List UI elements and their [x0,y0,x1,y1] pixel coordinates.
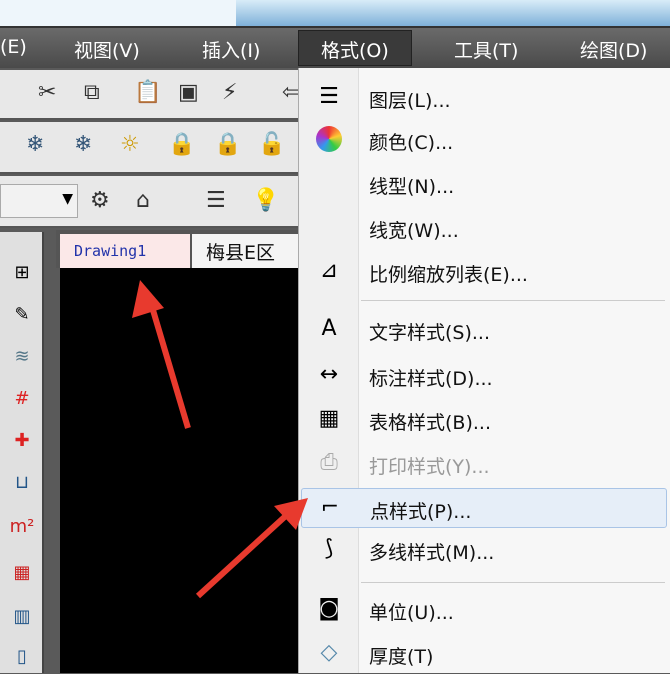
red-arrow-to-tab [132,280,191,429]
red-arrow-to-point-style [195,498,308,599]
annotation-arrows [132,280,308,599]
